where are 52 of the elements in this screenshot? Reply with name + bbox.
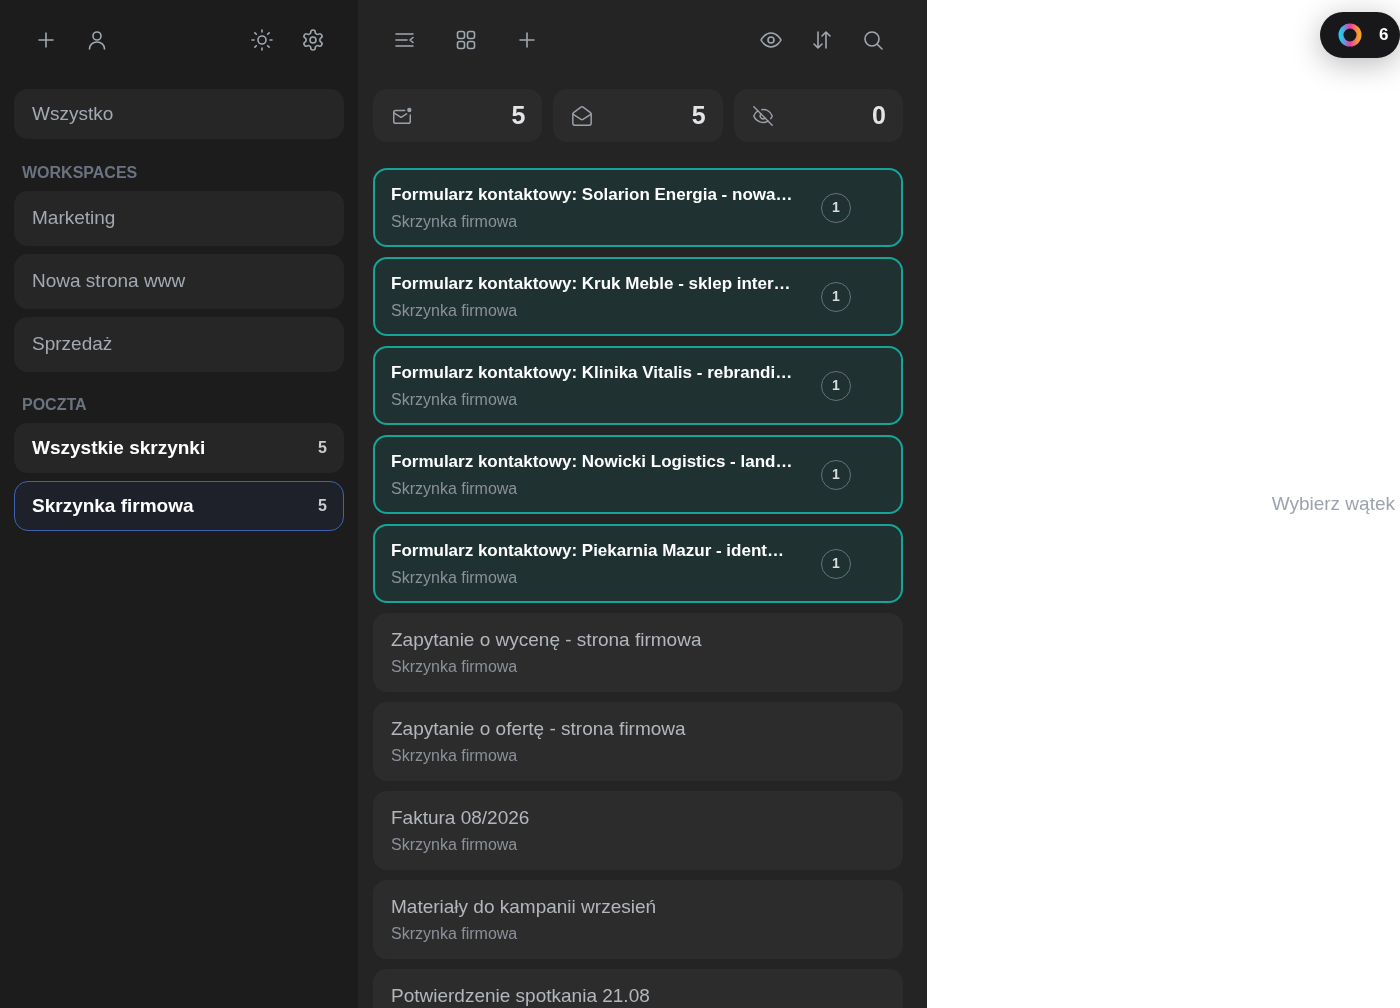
thread-item[interactable]: Formularz kontaktowy: Piekarnia Mazur - ident… Skrzynka firmowa 1 bbox=[373, 524, 903, 603]
thread-title: Formularz kontaktowy: Solarion Energia - nowa… bbox=[391, 184, 794, 206]
grid-icon bbox=[454, 28, 478, 52]
thread-item[interactable]: Formularz kontaktowy: Klinika Vitalis - rebrandi… Skrzynka firmowa 1 bbox=[373, 346, 903, 425]
sidebar-item[interactable]: Skrzynka firmowa 5 bbox=[14, 481, 344, 531]
sidebar-item[interactable]: Marketing bbox=[14, 191, 344, 246]
empty-state-text: Wybierz wątek bbox=[1271, 491, 1395, 516]
thread-item[interactable]: Formularz kontaktowy: Kruk Meble - sklep inter… Skrzynka firmowa 1 bbox=[373, 257, 903, 336]
thread-item[interactable]: Zapytanie o wycenę - strona firmowa Skrzynka firmowa bbox=[373, 613, 903, 692]
unread-count: 5 bbox=[318, 496, 327, 516]
eye-off-icon bbox=[751, 104, 774, 127]
thread-item[interactable]: Formularz kontaktowy: Solarion Energia - nowa… Skrzynka firmowa 1 bbox=[373, 168, 903, 247]
mailbox-name: Skrzynka firmowa bbox=[391, 835, 519, 855]
thread-title: Materiały do kampanii wrzesień bbox=[391, 895, 658, 919]
sidebar-item[interactable]: Wszystko bbox=[14, 89, 344, 139]
thread-title: Potwierdzenie spotkania 21.08 bbox=[391, 984, 651, 1008]
hidden-filter-button[interactable]: 0 bbox=[733, 89, 903, 142]
section-heading: WORKSPACES bbox=[21, 163, 139, 183]
ring-icon bbox=[1338, 23, 1362, 47]
mailbox-name: Skrzynka firmowa bbox=[391, 301, 519, 321]
sidebar-item[interactable]: Wszystkie skrzynki 5 bbox=[14, 423, 344, 473]
read-filter-button[interactable]: 5 bbox=[553, 89, 723, 142]
thread-item[interactable]: Faktura 08/2026 Skrzynka firmowa bbox=[373, 791, 903, 870]
open-envelope-icon bbox=[571, 104, 594, 127]
search-icon bbox=[861, 28, 885, 52]
thread-title: Formularz kontaktowy: Klinika Vitalis - rebrandi… bbox=[391, 362, 794, 384]
thread-item[interactable]: Materiały do kampanii wrzesień Skrzynka firmowa bbox=[373, 880, 903, 959]
unread-count: 5 bbox=[318, 438, 327, 458]
thread-item[interactable]: Potwierdzenie spotkania 21.08 bbox=[373, 969, 903, 1008]
notification-pill[interactable]: 6 bbox=[1320, 12, 1400, 58]
sidebar-item[interactable]: Sprzedaż bbox=[14, 317, 344, 372]
sun-icon bbox=[250, 28, 274, 52]
unread-filter-button[interactable]: 5 bbox=[373, 89, 543, 142]
section-heading: POCZTA bbox=[21, 395, 88, 415]
thread-item[interactable]: Zapytanie o ofertę - strona firmowa Skrzynka firmowa bbox=[373, 702, 903, 781]
mailbox-name: Skrzynka firmowa bbox=[391, 212, 519, 232]
mailbox-name: Skrzynka firmowa bbox=[391, 746, 519, 766]
thread-title: Zapytanie o wycenę - strona firmowa bbox=[391, 628, 703, 652]
thread-item[interactable]: Formularz kontaktowy: Nowicki Logistics - land… Skrzynka firmowa 1 bbox=[373, 435, 903, 514]
thread-title: Zapytanie o ofertę - strona firmowa bbox=[391, 717, 687, 741]
mailbox-name: Skrzynka firmowa bbox=[391, 479, 519, 499]
sidebar-item[interactable]: Nowa strona www bbox=[14, 254, 344, 309]
thread-title: Formularz kontaktowy: Kruk Meble - sklep inter… bbox=[391, 273, 792, 295]
thread-title: Faktura 08/2026 bbox=[391, 806, 531, 830]
mailbox-name: Skrzynka firmowa bbox=[391, 924, 519, 944]
mailbox-name: Skrzynka firmowa bbox=[391, 568, 519, 588]
settings-icon bbox=[301, 28, 325, 52]
mailbox-name: Skrzynka firmowa bbox=[391, 657, 519, 677]
sort-arrows-icon bbox=[810, 28, 834, 52]
thread-title: Formularz kontaktowy: Nowicki Logistics - land… bbox=[391, 451, 794, 473]
mailbox-name: Skrzynka firmowa bbox=[391, 390, 519, 410]
thread-title: Formularz kontaktowy: Piekarnia Mazur - ident… bbox=[391, 540, 785, 562]
